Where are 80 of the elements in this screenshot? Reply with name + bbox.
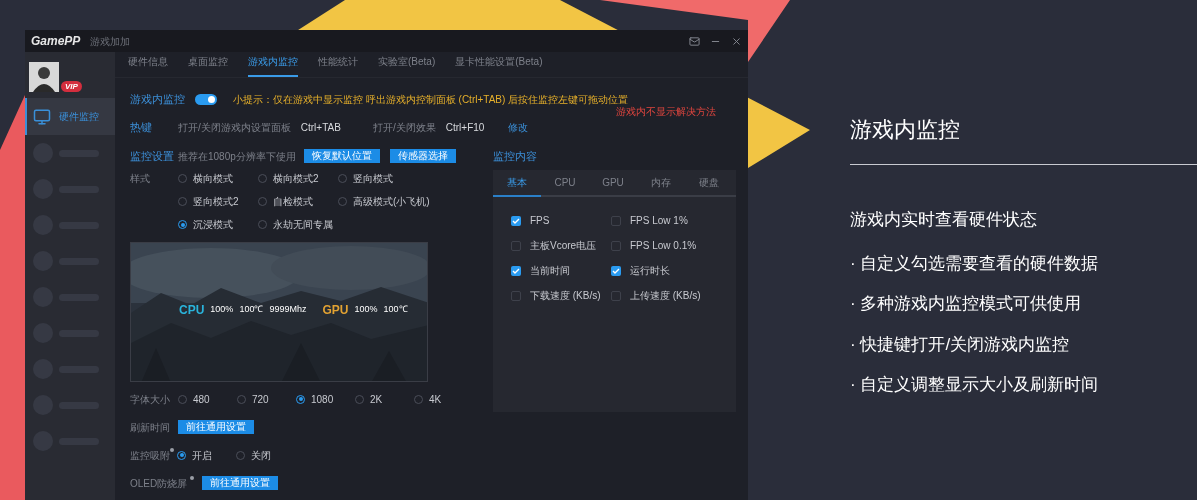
radio-option[interactable]: 横向模式: [178, 171, 258, 186]
sensor-name: CPU: [179, 302, 205, 319]
checkbox-option[interactable]: 当前时间: [511, 263, 611, 278]
checkbox-option[interactable]: 下载速度 (KB/s): [511, 288, 611, 303]
vip-badge: VIP: [61, 81, 82, 92]
checkbox-option[interactable]: 主板Vcore电压: [511, 238, 611, 253]
tab[interactable]: 硬件信息: [128, 54, 168, 77]
field-label: 监控设置: [130, 148, 175, 164]
sensor-name: GPU: [322, 302, 349, 319]
field-label: OLED防烧屏: [130, 476, 188, 491]
checkbox-option[interactable]: 运行时长: [611, 263, 731, 278]
hint-text: 推荐在1080p分辨率下使用: [178, 149, 296, 164]
avatar: [29, 62, 59, 92]
check-icon: [512, 216, 520, 225]
tab[interactable]: 性能统计: [318, 54, 358, 77]
radio-option[interactable]: 竖向模式: [338, 171, 458, 186]
tab[interactable]: 显卡性能设置(Beta): [455, 54, 543, 77]
settings-button[interactable]: 恢复默认位置: [303, 149, 380, 163]
field-label: 刷新时间: [130, 420, 171, 435]
radio-option[interactable]: 开启: [177, 447, 236, 463]
tab[interactable]: 基本: [493, 175, 541, 197]
slide-heading: 游戏内监控: [850, 116, 961, 144]
sensor-value: 100%: [210, 303, 234, 317]
hotkey-action: 打开/关闭游戏内设置面板: [178, 120, 291, 135]
app-logo: GamePP: [31, 33, 81, 50]
sidebar-item[interactable]: 硬件监控: [25, 98, 115, 135]
tab[interactable]: 桌面监控: [188, 54, 228, 77]
hotkey-value: Ctrl+TAB: [300, 120, 341, 135]
bullet-text: · 多种游戏内监控模式可供使用: [850, 293, 1083, 315]
help-link[interactable]: 游戏内不显示解决方法: [616, 106, 716, 118]
tab[interactable]: 游戏内监控: [248, 54, 298, 77]
close-icon[interactable]: [731, 35, 742, 47]
monitor-icon: [33, 107, 51, 126]
checkbox-option[interactable]: FPS Low 1%: [611, 213, 731, 228]
sensor-value: 100℃: [239, 303, 264, 317]
radio-option[interactable]: 720: [237, 391, 296, 407]
radio-option[interactable]: 横向模式2: [258, 171, 338, 186]
radio-option[interactable]: 自检模式: [258, 194, 338, 209]
section-title: 监控内容: [493, 149, 538, 164]
check-icon: [512, 266, 520, 275]
tab[interactable]: 实验室(Beta): [378, 54, 436, 77]
sensor-value: 100℃: [383, 303, 408, 317]
sensor-value: 9999Mhz: [269, 303, 307, 317]
tab[interactable]: 内存: [637, 175, 685, 197]
radio-option[interactable]: 沉浸模式: [178, 217, 258, 232]
hotkey-action: 打开/关闭效果: [373, 120, 436, 135]
mail-icon[interactable]: [689, 35, 700, 47]
field-label: 样式: [130, 172, 151, 186]
slide-subtitle: 游戏内实时查看硬件状态: [850, 209, 1038, 231]
checkbox-option[interactable]: FPS Low 0.1%: [611, 238, 731, 253]
field-label: 字体大小: [130, 392, 171, 407]
tab[interactable]: CPU: [541, 175, 589, 197]
tab[interactable]: GPU: [589, 175, 637, 197]
bullet-text: · 自定义调整显示大小及刷新时间: [850, 374, 1100, 396]
radio-option[interactable]: 永劫无间专属: [258, 217, 338, 232]
hotkey-value: Ctrl+F10: [445, 120, 485, 135]
checkbox-option[interactable]: 上传速度 (KB/s): [611, 288, 731, 303]
section-title: 游戏内监控: [130, 91, 185, 107]
radio-option[interactable]: 关闭: [236, 447, 295, 463]
radio-option[interactable]: 480: [178, 391, 237, 407]
edit-link[interactable]: 修改: [508, 119, 528, 135]
checkbox-option[interactable]: FPS: [511, 213, 611, 228]
settings-button[interactable]: 传感器选择: [389, 149, 456, 163]
tip-text: 小提示：仅在游戏中显示监控 呼出游戏内控制面板 (Ctrl+TAB) 后按住监控左键可拖动位置: [233, 92, 629, 107]
field-label: 热键: [130, 119, 153, 135]
sensor-value: 100%: [354, 303, 378, 317]
toggle-switch[interactable]: [195, 93, 217, 105]
radio-option[interactable]: 高级模式(小飞机): [338, 194, 458, 209]
settings-button[interactable]: 前往通用设置: [178, 420, 254, 434]
settings-button[interactable]: 前往通用设置: [202, 476, 279, 490]
bullet-text: · 快捷键打开/关闭游戏内监控: [850, 333, 1071, 356]
radio-option[interactable]: 4K: [414, 391, 473, 407]
radio-option[interactable]: 竖向模式2: [178, 194, 258, 209]
radio-option[interactable]: 2K: [355, 391, 414, 407]
check-icon: [612, 266, 620, 275]
radio-option[interactable]: 1080: [296, 391, 355, 407]
field-label: 监控吸附: [130, 448, 170, 463]
tab[interactable]: 硬盘: [685, 175, 733, 197]
window-title: 游戏加加: [90, 34, 131, 49]
bullet-text: · 自定义勾选需要查看的硬件数据: [850, 252, 1100, 275]
